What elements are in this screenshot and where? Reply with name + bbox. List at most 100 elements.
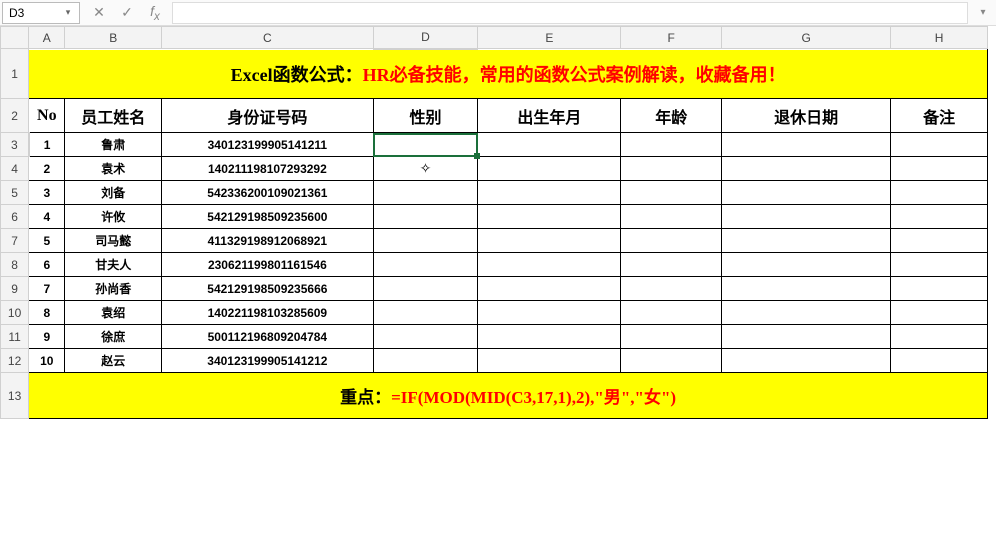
formula-input[interactable]	[172, 2, 968, 24]
row-header-13[interactable]: 13	[1, 373, 29, 419]
col-header-G[interactable]: G	[722, 27, 891, 49]
hdr-age[interactable]: 年龄	[621, 99, 722, 133]
row-header-7[interactable]: 7	[1, 229, 29, 253]
cell-A11[interactable]: 9	[29, 325, 65, 349]
cell-H12[interactable]	[891, 349, 988, 373]
name-box[interactable]: D3 ▾	[2, 2, 80, 24]
cell-D9[interactable]	[373, 277, 478, 301]
spreadsheet-grid[interactable]: A B C D E F G H 1 Excel函数公式：HR必备技能，常用的函数…	[0, 26, 988, 419]
cell-E7[interactable]	[478, 229, 621, 253]
name-box-dropdown-icon[interactable]: ▾	[63, 7, 73, 18]
col-header-C[interactable]: C	[162, 27, 374, 49]
row-header-5[interactable]: 5	[1, 181, 29, 205]
hdr-sex[interactable]: 性别	[373, 99, 478, 133]
row-header-9[interactable]: 9	[1, 277, 29, 301]
cell-A10[interactable]: 8	[29, 301, 65, 325]
cell-E3[interactable]	[478, 133, 621, 157]
row-header-3[interactable]: 3	[1, 133, 29, 157]
cell-B11[interactable]: 徐庶	[65, 325, 162, 349]
cell-F9[interactable]	[621, 277, 722, 301]
cell-H5[interactable]	[891, 181, 988, 205]
cell-E11[interactable]	[478, 325, 621, 349]
cell-D8[interactable]	[373, 253, 478, 277]
row-header-2[interactable]: 2	[1, 99, 29, 133]
cell-C11[interactable]: 500112196809204784	[162, 325, 374, 349]
cell-H9[interactable]	[891, 277, 988, 301]
cell-F11[interactable]	[621, 325, 722, 349]
cell-H3[interactable]	[891, 133, 988, 157]
expand-formula-bar-icon[interactable]: ▾	[974, 7, 992, 18]
cell-B5[interactable]: 刘备	[65, 181, 162, 205]
cell-A12[interactable]: 10	[29, 349, 65, 373]
cell-G4[interactable]	[722, 157, 891, 181]
cell-E12[interactable]	[478, 349, 621, 373]
cell-F6[interactable]	[621, 205, 722, 229]
cell-C10[interactable]: 140221198103285609	[162, 301, 374, 325]
cell-A9[interactable]: 7	[29, 277, 65, 301]
row-header-10[interactable]: 10	[1, 301, 29, 325]
cell-D7[interactable]	[373, 229, 478, 253]
fx-icon[interactable]: fx	[146, 3, 164, 23]
cell-G5[interactable]	[722, 181, 891, 205]
cell-C6[interactable]: 542129198509235600	[162, 205, 374, 229]
cell-C5[interactable]: 542336200109021361	[162, 181, 374, 205]
cell-G7[interactable]	[722, 229, 891, 253]
footer-cell[interactable]: 重点：=IF(MOD(MID(C3,17,1),2),"男","女")	[29, 373, 988, 419]
cell-E8[interactable]	[478, 253, 621, 277]
row-header-8[interactable]: 8	[1, 253, 29, 277]
row-header-4[interactable]: 4	[1, 157, 29, 181]
cell-C12[interactable]: 340123199905141212	[162, 349, 374, 373]
cell-H7[interactable]	[891, 229, 988, 253]
cell-B9[interactable]: 孙尚香	[65, 277, 162, 301]
cell-B6[interactable]: 许攸	[65, 205, 162, 229]
cell-B10[interactable]: 袁绍	[65, 301, 162, 325]
cell-B3[interactable]: 鲁肃	[65, 133, 162, 157]
cell-G6[interactable]	[722, 205, 891, 229]
title-cell[interactable]: Excel函数公式：HR必备技能，常用的函数公式案例解读，收藏备用！	[29, 49, 988, 99]
cell-A5[interactable]: 3	[29, 181, 65, 205]
row-header-12[interactable]: 12	[1, 349, 29, 373]
cell-G12[interactable]	[722, 349, 891, 373]
cell-H6[interactable]	[891, 205, 988, 229]
cell-D10[interactable]	[373, 301, 478, 325]
cell-G10[interactable]	[722, 301, 891, 325]
cell-F5[interactable]	[621, 181, 722, 205]
cell-E6[interactable]	[478, 205, 621, 229]
col-header-D[interactable]: D	[373, 27, 478, 49]
hdr-dob[interactable]: 出生年月	[478, 99, 621, 133]
cell-C3[interactable]: 340123199905141211	[162, 133, 374, 157]
cell-G8[interactable]	[722, 253, 891, 277]
cell-B4[interactable]: 袁术	[65, 157, 162, 181]
cell-D11[interactable]	[373, 325, 478, 349]
cell-G9[interactable]	[722, 277, 891, 301]
cell-D5[interactable]	[373, 181, 478, 205]
cell-C7[interactable]: 411329198912068921	[162, 229, 374, 253]
cell-E10[interactable]	[478, 301, 621, 325]
col-header-E[interactable]: E	[478, 27, 621, 49]
cell-F7[interactable]	[621, 229, 722, 253]
cell-C9[interactable]: 542129198509235666	[162, 277, 374, 301]
cell-B8[interactable]: 甘夫人	[65, 253, 162, 277]
cell-D4[interactable]: ✧	[373, 157, 478, 181]
row-header-6[interactable]: 6	[1, 205, 29, 229]
cell-B12[interactable]: 赵云	[65, 349, 162, 373]
row-header-1[interactable]: 1	[1, 49, 29, 99]
cell-D3[interactable]	[373, 133, 478, 157]
cell-F10[interactable]	[621, 301, 722, 325]
hdr-id[interactable]: 身份证号码	[162, 99, 374, 133]
col-header-B[interactable]: B	[65, 27, 162, 49]
cell-E4[interactable]	[478, 157, 621, 181]
hdr-remark[interactable]: 备注	[891, 99, 988, 133]
cell-G3[interactable]	[722, 133, 891, 157]
hdr-retire[interactable]: 退休日期	[722, 99, 891, 133]
cell-E5[interactable]	[478, 181, 621, 205]
cell-A7[interactable]: 5	[29, 229, 65, 253]
cell-D12[interactable]	[373, 349, 478, 373]
cell-C8[interactable]: 230621199801161546	[162, 253, 374, 277]
cell-F4[interactable]	[621, 157, 722, 181]
cell-B7[interactable]: 司马懿	[65, 229, 162, 253]
cell-A6[interactable]: 4	[29, 205, 65, 229]
cell-A8[interactable]: 6	[29, 253, 65, 277]
cell-D6[interactable]	[373, 205, 478, 229]
cell-H10[interactable]	[891, 301, 988, 325]
